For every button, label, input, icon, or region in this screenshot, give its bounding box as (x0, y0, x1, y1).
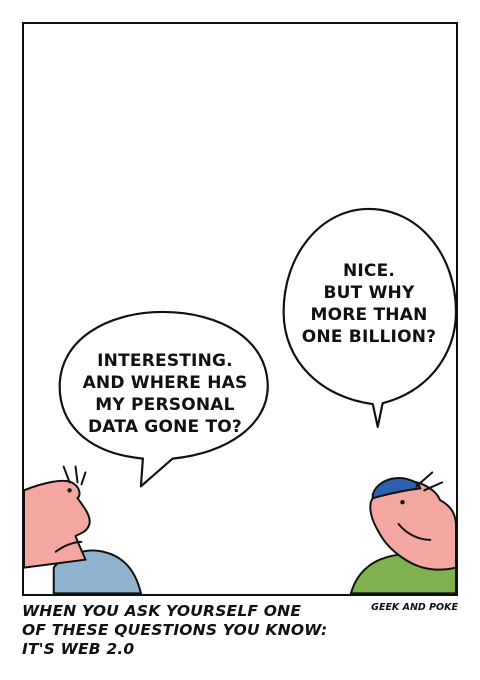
left-bubble-line: AND WHERE HAS (82, 373, 248, 393)
left-bubble-line: MY PERSONAL (95, 395, 235, 415)
left-character-head (24, 479, 91, 569)
comic-panel: INTERESTING. AND WHERE HAS MY PERSONAL D… (22, 22, 458, 596)
right-character (349, 471, 456, 594)
left-bubble-line: DATA GONE TO? (88, 417, 242, 437)
comic-credit: GEEK AND POKE (371, 602, 458, 613)
comic-caption: WHEN YOU ASK YOURSELF ONE OF THESE QUEST… (22, 602, 362, 659)
caption-line: IT'S WEB 2.0 (22, 640, 135, 658)
right-bubble-line: NICE. (342, 261, 396, 281)
right-bubble-text: NICE. BUT WHY MORE THAN ONE BILLION? (287, 260, 451, 348)
right-bubble-line: ONE BILLION? (301, 327, 437, 347)
left-bubble-line: INTERESTING. (97, 351, 233, 371)
caption-line: OF THESE QUESTIONS YOU KNOW: (22, 621, 328, 639)
left-bubble-text: INTERESTING. AND WHERE HAS MY PERSONAL D… (62, 350, 268, 438)
right-bubble-line: MORE THAN (310, 305, 428, 325)
left-character (24, 465, 143, 594)
right-bubble-line: BUT WHY (323, 283, 415, 303)
caption-line: WHEN YOU ASK YOURSELF ONE (22, 602, 302, 620)
